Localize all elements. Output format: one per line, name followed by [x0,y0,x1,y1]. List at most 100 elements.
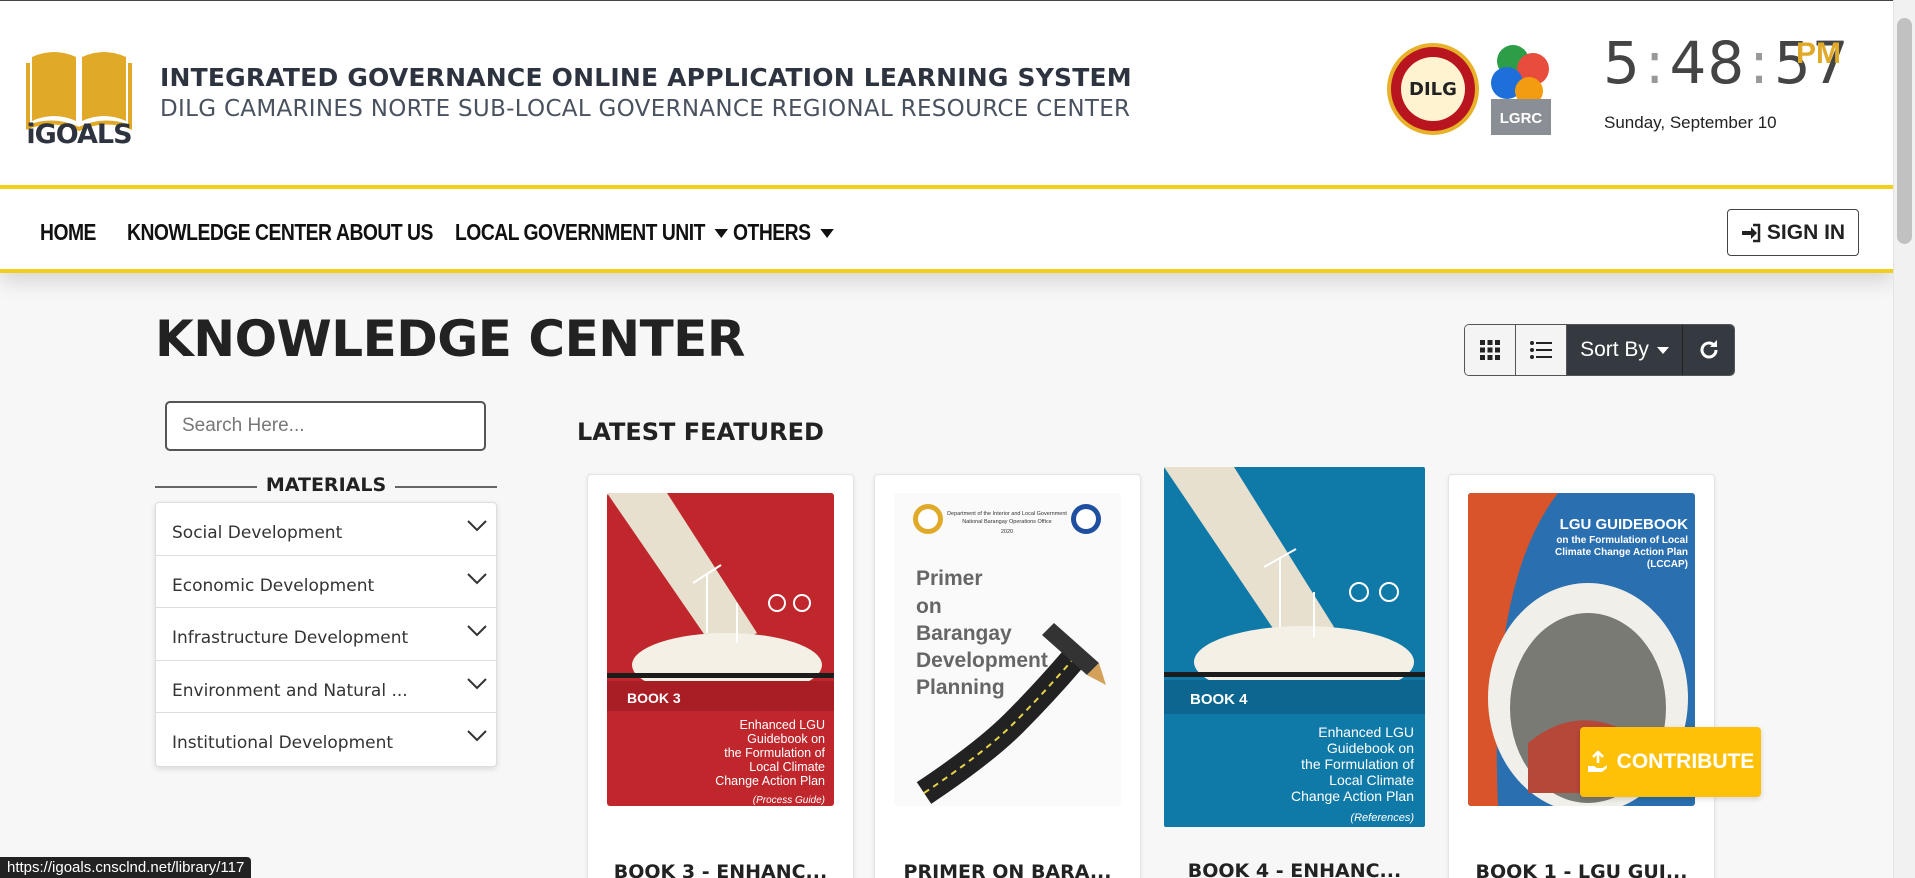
materials-label: MATERIALS [265,474,387,496]
page: iGOALS INTEGRATED GOVERNANCE ONLINE APPL… [0,0,1915,878]
chevron-down-icon [467,625,487,637]
nav-local-government-unit[interactable]: LOCAL GOVERNMENT UNIT [455,219,729,246]
nav-lgu-label: LOCAL GOVERNMENT UNIT [455,219,705,245]
book-cover-image[interactable]: BOOK 4 Enhanced LGU Guidebook on the For… [1164,467,1425,827]
cover-text: Local Climate [1329,772,1414,788]
refresh-icon [1700,340,1717,359]
clock-ampm: PM [1796,37,1841,70]
nav-home[interactable]: HOME [40,219,96,246]
site-title: INTEGRATED GOVERNANCE ONLINE APPLICATION… [160,63,1132,92]
scrollbar-thumb[interactable] [1897,18,1912,244]
view-toolbar: Sort By [1464,324,1735,376]
nav-knowledge-center[interactable]: KNOWLEDGE CENTER [127,219,332,246]
book-cover-image[interactable]: BOOK 3 Enhanced LGU Guidebook on the For… [607,493,834,806]
cover-text: on the Formulation of Local [1556,535,1688,546]
materials-header: MATERIALS [155,474,497,500]
category-economic-development[interactable]: Economic Development [156,556,496,609]
list-icon [1530,341,1552,359]
material-card[interactable]: BOOK 4 Enhanced LGU Guidebook on the For… [1164,467,1425,878]
latest-featured-heading: LATEST FEATURED [577,418,824,446]
material-card[interactable]: BOOK 3 Enhanced LGU Guidebook on the For… [587,474,854,878]
cover-title: Primer [916,567,983,590]
material-card-title[interactable]: BOOK 3 - ENHANC... [588,861,853,878]
cover-text: Change Action Plan [1291,788,1414,804]
cover-text: Change Action Plan [715,774,825,788]
contribute-label: CONTRIBUTE [1616,750,1755,773]
nav-others[interactable]: OTHERS [733,219,835,246]
sort-by-label: Sort By [1580,338,1649,361]
cover-title: Development [916,649,1048,672]
caret-down-icon [820,229,835,239]
refresh-button[interactable] [1683,325,1734,375]
category-label: Infrastructure Development [172,628,409,649]
caret-down-icon [714,229,729,239]
site-subtitle: DILG CAMARINES NORTE SUB-LOCAL GOVERNANC… [160,96,1131,122]
cover-text: Department of the Interior and Local Gov… [947,511,1067,517]
cover-book-number: BOOK 3 [627,690,681,706]
sort-by-dropdown[interactable]: Sort By [1567,325,1683,375]
cover-text: Local Climate [749,760,825,774]
cover-text: Enhanced LGU [740,718,825,732]
nav-about-us[interactable]: ABOUT US [336,219,433,246]
chevron-down-icon [467,520,487,532]
cover-text: the Formulation of [724,746,825,760]
cover-tag: (Process Guide) [753,795,825,806]
nav-home-label: HOME [40,219,96,245]
page-scrollbar[interactable] [1893,0,1915,878]
cover-text: (LCCAP) [1647,559,1688,570]
grid-view-button[interactable] [1465,325,1516,375]
cover-text: 2020 [1001,529,1013,535]
cover-text: Climate Change Action Plan [1555,547,1688,558]
category-label: Economic Development [172,575,375,596]
upload-hand-icon [1587,751,1607,772]
status-bar-url: https://igoals.cnsclnd.net/library/117 [0,857,252,878]
category-institutional-development[interactable]: Institutional Development [156,713,496,766]
category-label: Environment and Natural ... [172,680,408,701]
clock-hours: 5 [1603,29,1641,97]
sign-in-button[interactable]: SIGN IN [1727,209,1859,256]
search-input[interactable] [165,401,486,451]
cover-text: Enhanced LGU [1318,724,1414,740]
cover-book-number: BOOK 4 [1190,691,1248,708]
cover-title: on [916,595,942,618]
chevron-down-icon [467,730,487,742]
logo-text[interactable]: iGOALS [26,119,132,150]
material-card-title[interactable]: BOOK 1 - LGU GUI... [1449,861,1714,878]
dilg-seal: DILG [1387,43,1479,135]
contribute-button[interactable]: CONTRIBUTE [1580,727,1761,797]
cover-title: LGU GUIDEBOOK [1560,516,1689,533]
site-header: iGOALS INTEGRATED GOVERNANCE ONLINE APPL… [0,0,1893,185]
cover-tag: (References) [1350,812,1414,824]
nav-about-us-label: ABOUT US [336,219,433,245]
cover-title: Planning [916,676,1005,699]
category-label: Institutional Development [172,733,394,754]
material-card-title[interactable]: PRIMER ON BARA... [875,861,1140,878]
grid-icon [1480,340,1500,360]
category-infrastructure-development[interactable]: Infrastructure Development [156,608,496,661]
book-cover-image[interactable]: Department of the Interior and Local Gov… [894,493,1121,806]
cover-text: Guidebook on [1327,740,1414,756]
material-card[interactable]: LGU GUIDEBOOK on the Formulation of Loca… [1448,474,1715,878]
chevron-down-icon [467,678,487,690]
sign-in-label: SIGN IN [1766,220,1846,244]
main-nav: HOME KNOWLEDGE CENTER ABOUT US LOCAL GOV… [0,185,1893,273]
cover-text: Guidebook on [747,732,825,746]
category-label: Social Development [172,523,343,543]
materials-accordion: Social Development Economic Development … [155,502,497,767]
cover-title: Barangay [916,622,1012,645]
cover-text: the Formulation of [1301,756,1414,772]
chevron-down-icon [467,572,487,585]
nav-knowledge-center-label: KNOWLEDGE CENTER [127,219,332,245]
list-view-button[interactable] [1516,325,1567,375]
cover-text: National Barangay Operations Office [962,519,1051,525]
category-environment[interactable]: Environment and Natural ... [156,661,496,714]
sign-in-icon [1741,223,1761,242]
category-social-development[interactable]: Social Development [156,503,496,556]
lgrc-logo-text: LGRC [1500,110,1543,127]
lgrc-logo: LGRC [1491,45,1551,135]
nav-others-label: OTHERS [733,219,811,245]
clock-minutes: 48 [1669,29,1746,97]
material-card-title[interactable]: BOOK 4 - ENHANC... [1164,860,1425,878]
caret-down-icon [1656,346,1669,354]
material-card[interactable]: Department of the Interior and Local Gov… [874,474,1141,878]
